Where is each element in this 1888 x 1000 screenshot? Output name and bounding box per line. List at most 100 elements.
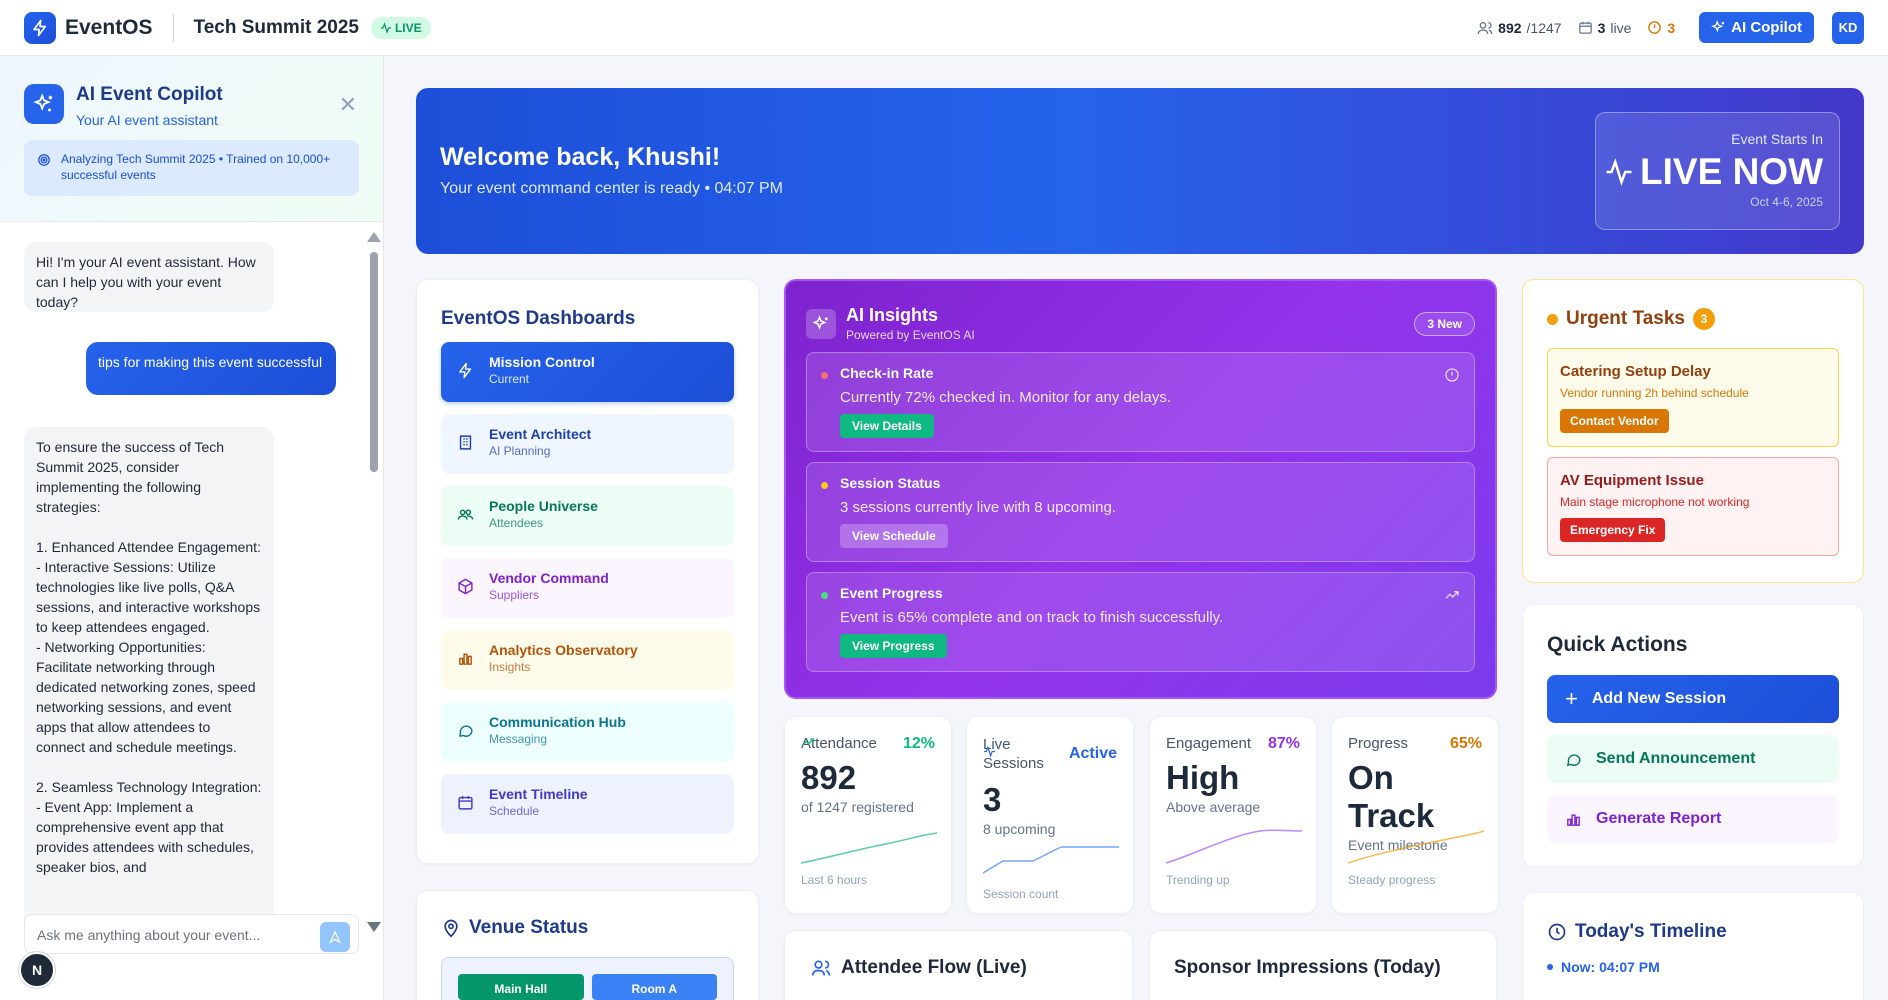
task-catering-delay: Catering Setup Delay Vendor running 2h b… <box>1547 348 1839 447</box>
nav-vendor-command[interactable]: Vendor Command Suppliers <box>441 558 734 618</box>
add-new-session-button[interactable]: + Add New Session <box>1547 675 1839 723</box>
progress-sparkline <box>1348 830 1484 864</box>
emergency-fix-button[interactable]: Emergency Fix <box>1560 518 1666 542</box>
venue-status-title: Venue Status <box>441 917 734 939</box>
ai-copilot-button[interactable]: AI Copilot <box>1699 12 1814 43</box>
map-pin-icon <box>444 919 458 938</box>
urgent-dot <box>1547 313 1558 325</box>
attendee-flow-title: Attendee Flow (Live) <box>811 957 1106 979</box>
top-bar-stats: 892 /1247 3 live 3 AI Copilot <box>1477 12 1814 43</box>
send-announcement-label: Send Announcement <box>1596 750 1756 767</box>
scroll-down-arrow-icon[interactable] <box>367 922 381 932</box>
alert-stat[interactable]: 3 <box>1647 20 1675 36</box>
context-banner-text: Analyzing Tech Summit 2025 • Trained on … <box>61 152 331 182</box>
nav-communication-hub[interactable]: Communication Hub Messaging <box>441 702 734 762</box>
building-icon <box>459 435 472 450</box>
kpi-value: 892 <box>801 759 857 796</box>
send-announcement-button[interactable]: Send Announcement <box>1547 735 1839 783</box>
generate-report-label: Generate Report <box>1596 810 1722 827</box>
clock-icon <box>1548 923 1566 941</box>
message-icon <box>1566 753 1581 766</box>
welcome-subtitle: Your event command center is ready • 04:… <box>440 180 783 197</box>
insight-event-progress: Event Progress Event is 65% complete and… <box>806 572 1475 672</box>
urgent-count-badge: 3 <box>1692 308 1715 330</box>
nav-sublabel: AI Planning <box>489 444 551 458</box>
pulse-icon <box>1606 158 1632 186</box>
kpi-progress: Progress 65% On Track Event milestone Ste… <box>1331 716 1499 914</box>
venue-status-label: Venue Status <box>469 917 589 938</box>
kpi-footer: Last 6 hours <box>801 873 868 887</box>
nav-sublabel: Suppliers <box>489 588 540 602</box>
close-icon[interactable]: ✕ <box>339 94 357 116</box>
sessions-sparkline <box>983 846 1119 874</box>
chat-scrollbar[interactable] <box>366 232 381 932</box>
event-title: Tech Summit 2025 <box>193 16 359 38</box>
status-dot <box>821 482 828 489</box>
scroll-thumb[interactable] <box>370 252 378 472</box>
venue-rooms: Main Hall Room A <box>441 957 734 1000</box>
generate-report-button[interactable]: Generate Report <box>1547 795 1839 843</box>
room-main-hall[interactable]: Main Hall <box>458 974 584 1000</box>
engagement-sparkline <box>1166 829 1302 864</box>
view-details-button[interactable]: View Details <box>840 414 934 438</box>
contact-vendor-button[interactable]: Contact Vendor <box>1560 409 1669 433</box>
send-button[interactable] <box>320 922 350 952</box>
view-progress-button[interactable]: View Progress <box>840 634 947 658</box>
nav-label: Communication Hub <box>489 714 626 730</box>
insight-desc: Event is 65% complete and on track to fi… <box>840 609 1224 626</box>
insight-desc: 3 sessions currently live with 8 upcomin… <box>840 499 1116 516</box>
nav-mission-control[interactable]: Mission Control Current <box>441 342 734 402</box>
sidebar-title: AI Event Copilot <box>76 84 223 105</box>
ai-copilot-sidebar: AI Event Copilot Your AI event assistant… <box>0 56 384 1000</box>
insight-check-in-rate: Check-in Rate Currently 72% checked in. … <box>806 352 1475 452</box>
plus-icon: + <box>1565 686 1578 711</box>
add-new-session-label: Add New Session <box>1591 690 1727 707</box>
insights-powered-by: Powered by EventOS AI <box>846 328 975 342</box>
insight-title: Event Progress <box>840 585 943 601</box>
urgent-tasks-card: Urgent Tasks 3 Catering Setup Delay Vend… <box>1522 279 1864 583</box>
task-desc: Main stage microphone not working <box>1560 495 1750 509</box>
urgent-tasks-label: Urgent Tasks <box>1566 308 1685 329</box>
dashboards-list: Mission Control Current Event Architect AI … <box>441 342 734 834</box>
attendee-flow-card: Attendee Flow (Live) <box>784 930 1133 1000</box>
dashboards-card: EventOS Dashboards Mission Control Curren… <box>416 279 759 864</box>
attendee-flow-label: Attendee Flow (Live) <box>841 957 1027 978</box>
kpi-change: 87% <box>1267 735 1300 752</box>
chat-input[interactable]: Ask me anything about your event... <box>24 914 359 954</box>
kpi-title: Progress <box>1348 735 1409 752</box>
user-badge[interactable]: N <box>19 952 55 988</box>
sparkles-icon <box>1711 20 1725 33</box>
attendee-count: 892 <box>1498 19 1522 36</box>
nav-analytics-observatory[interactable]: Analytics Observatory Insights <box>441 630 734 690</box>
top-bar: EventOS Tech Summit 2025 LIVE 892 /1247 … <box>0 0 1888 56</box>
insights-header: AI Insights Powered by EventOS AI 3 New <box>806 305 1475 342</box>
nav-event-timeline[interactable]: Event Timeline Schedule <box>441 774 734 834</box>
quick-actions-title: Quick Actions <box>1547 633 1688 656</box>
bot-message: Hi! I'm your AI event assistant. How can… <box>24 242 274 312</box>
kpi-title: Engagement <box>1166 735 1252 752</box>
nav-sublabel: Attendees <box>489 516 544 530</box>
venue-status-card: Venue Status Main Hall Room A <box>416 890 759 1000</box>
bolt-icon <box>459 362 472 379</box>
nav-sublabel: Current <box>489 372 530 386</box>
nav-people-universe[interactable]: People Universe Attendees <box>441 486 734 546</box>
room-a[interactable]: Room A <box>591 974 717 1000</box>
logo-bolt-icon[interactable] <box>24 11 56 44</box>
kpi-change: 12% <box>802 735 935 753</box>
timeline-now-label: Now: 04:07 PM <box>1561 959 1660 975</box>
kpi-change: 65% <box>1449 735 1482 752</box>
task-desc: Vendor running 2h behind schedule <box>1560 386 1749 400</box>
scroll-up-arrow-icon[interactable] <box>367 232 381 242</box>
attendee-total: /1247 <box>1526 19 1562 36</box>
user-avatar[interactable]: KD <box>1832 11 1864 44</box>
view-schedule-button[interactable]: View Schedule <box>840 524 948 548</box>
nav-event-architect[interactable]: Event Architect AI Planning <box>441 414 734 474</box>
status-dot <box>821 372 828 379</box>
nav-label: People Universe <box>489 498 598 514</box>
live-session-label: live <box>1610 19 1632 36</box>
sparkles-icon <box>806 308 836 339</box>
insight-title: Session Status <box>840 475 941 491</box>
chat-messages[interactable]: Hi! I'm your AI event assistant. How can… <box>0 222 384 939</box>
task-title: Catering Setup Delay <box>1560 363 1711 380</box>
alert-circle-icon <box>1648 21 1662 34</box>
